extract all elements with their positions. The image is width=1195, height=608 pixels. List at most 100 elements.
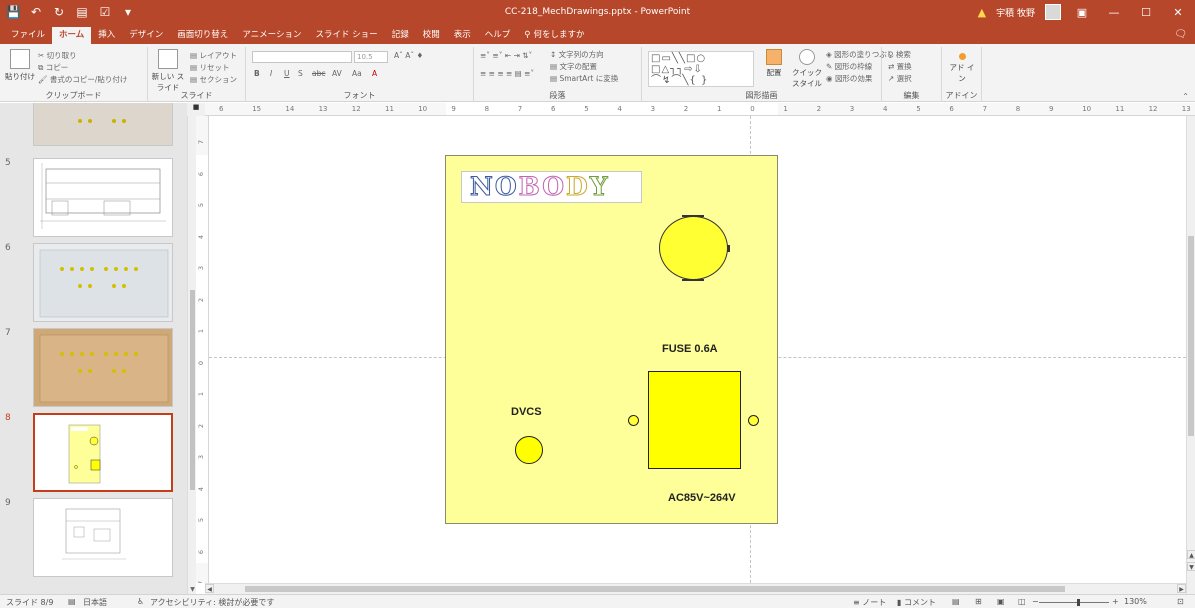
reset-button[interactable]: ▤ リセット (190, 62, 229, 73)
underline-button[interactable]: U (284, 69, 290, 78)
vertical-scrollbar[interactable]: ▲ ▼ (1186, 116, 1195, 594)
inlet-screw-left[interactable] (628, 415, 639, 426)
list-buttons[interactable]: ≡˅ ≡˅ ⇤ ⇥ ⇅˅ (480, 51, 532, 60)
replace-button[interactable]: ⇄ 置換 (888, 61, 912, 72)
slideshow-view-icon[interactable]: ◫ (1018, 597, 1026, 606)
fuse-label[interactable]: FUSE 0.6A (662, 343, 718, 355)
grow-shrink-font-buttons[interactable]: Aˆ Aˇ ♦ (394, 51, 423, 60)
zoom-level[interactable]: 130% (1124, 597, 1147, 606)
slide-editing-canvas[interactable]: NOBODY FUSE 0.6A DVCS AC85V~264V (209, 116, 1186, 583)
font-name-combo[interactable] (252, 51, 352, 63)
arrange-button[interactable]: 配置 (760, 49, 788, 78)
tab-review[interactable]: 校閲 (416, 27, 447, 44)
thumbnail-scroll-thumb[interactable] (190, 290, 195, 490)
italic-button[interactable]: I (270, 69, 272, 78)
comments-icon[interactable]: 🗨 (1174, 29, 1187, 40)
slide-thumbnail-9[interactable] (33, 498, 173, 577)
slide-thumbnail-4[interactable] (33, 103, 173, 146)
dc-label[interactable]: DVCS (511, 406, 542, 418)
align-text-button[interactable]: ▤ 文字の配置 (550, 61, 597, 72)
ac-inlet-shape[interactable] (648, 371, 741, 469)
next-slide-icon[interactable]: ▼ (1187, 562, 1195, 571)
horizontal-scroll-thumb[interactable] (245, 586, 1065, 592)
zoom-slider[interactable] (1039, 599, 1109, 606)
select-button[interactable]: ↗ 選択 (888, 73, 912, 84)
font-size-combo[interactable]: 10.5 (354, 51, 388, 63)
fit-to-window-icon[interactable]: ⊡ (1177, 597, 1184, 606)
tab-design[interactable]: デザイン (122, 27, 170, 44)
smartart-button[interactable]: ▤ SmartArt に変換 (550, 73, 618, 84)
current-slide[interactable]: NOBODY FUSE 0.6A DVCS AC85V~264V (445, 155, 778, 524)
tab-file[interactable]: ファイル (4, 27, 52, 44)
collapse-ribbon-icon[interactable]: ⌃ (1182, 92, 1189, 101)
shape-effects-button[interactable]: ◉ 図形の効果 (826, 73, 872, 84)
slide-sorter-icon[interactable]: ⊞ (975, 597, 982, 606)
scroll-down-arrow-icon[interactable]: ▼ (188, 585, 197, 594)
shape-outline-button[interactable]: ✎ 図形の枠線 (826, 61, 872, 72)
slide-thumbnail-8[interactable] (33, 413, 173, 492)
nobody-logo[interactable]: NOBODY (461, 171, 642, 203)
tab-help[interactable]: ヘルプ (478, 27, 518, 44)
character-spacing-button[interactable]: AV (332, 69, 342, 78)
quick-styles-button[interactable]: クイック スタイル (792, 49, 822, 89)
slide-thumbnail-6[interactable] (33, 243, 173, 322)
dc-jack-shape[interactable] (515, 436, 543, 464)
inlet-screw-right[interactable] (748, 415, 759, 426)
ac-voltage-label[interactable]: AC85V~264V (668, 492, 736, 504)
tab-slideshow[interactable]: スライド ショー (308, 27, 384, 44)
new-slide-button[interactable]: 新しい スライド (150, 49, 186, 93)
notes-button[interactable]: ≡ ノート (853, 597, 886, 608)
tab-record[interactable]: 記録 (385, 27, 416, 44)
reading-view-icon[interactable]: ▣ (997, 597, 1005, 606)
normal-view-icon[interactable]: ▤ (952, 597, 960, 606)
logo-letter: D (566, 172, 590, 202)
scroll-right-arrow-icon[interactable]: ▶ (1177, 584, 1186, 593)
cut-button[interactable]: ✂ 切り取り (38, 50, 77, 61)
tell-me-box[interactable]: ⚲ 何をしますか (517, 27, 591, 44)
user-name[interactable]: 宇積 牧野 (996, 6, 1035, 19)
font-color-button[interactable]: A (372, 69, 377, 78)
previous-slide-icon[interactable]: ▲ (1187, 550, 1195, 559)
zoom-in-icon[interactable]: + (1112, 597, 1119, 606)
close-icon[interactable]: ✕ (1167, 6, 1189, 19)
horizontal-scrollbar[interactable]: ◀ ▶ (205, 583, 1186, 594)
fuse-holder-shape[interactable] (659, 215, 730, 281)
thumbnail-scrollbar[interactable]: ▲ ▼ (187, 103, 196, 594)
format-painter-button[interactable]: 🖌 書式のコピー/貼り付け (38, 74, 127, 85)
avatar[interactable] (1045, 4, 1061, 20)
change-case-button[interactable]: Aa (352, 69, 362, 78)
copy-button[interactable]: ⧉ コピー (38, 62, 68, 73)
zoom-slider-knob[interactable] (1076, 599, 1080, 606)
spelling-status-icon[interactable]: ▤ (68, 597, 76, 606)
bold-button[interactable]: B (254, 69, 260, 78)
tab-insert[interactable]: 挿入 (91, 27, 122, 44)
slide-thumbnail-7[interactable] (33, 328, 173, 407)
text-direction-button[interactable]: ↕ 文字列の方向 (550, 49, 604, 60)
warning-icon[interactable]: ▲ (978, 6, 986, 19)
addins-button[interactable]: アド イン (946, 53, 978, 84)
shapes-gallery[interactable]: □▭╲╲□○ □△┐┐⇨⇩ ⌒↯⌒╲{ } (648, 51, 754, 87)
slide-thumbnail-5[interactable] (33, 158, 173, 237)
shadow-button[interactable]: S (298, 69, 303, 78)
tab-transitions[interactable]: 画面切り替え (170, 27, 235, 44)
ribbon-display-icon[interactable]: ▣ (1071, 6, 1093, 19)
strikethrough-button[interactable]: abc (312, 69, 325, 78)
tab-view[interactable]: 表示 (447, 27, 478, 44)
tab-home[interactable]: ホーム (52, 27, 92, 44)
language-indicator[interactable]: 日本語 (83, 597, 107, 608)
minimize-icon[interactable]: — (1103, 6, 1125, 19)
vertical-scroll-thumb[interactable] (1188, 236, 1194, 436)
section-button[interactable]: ▤ セクション (190, 74, 237, 85)
zoom-out-icon[interactable]: − (1032, 597, 1039, 606)
layout-button[interactable]: ▤ レイアウト (190, 50, 237, 61)
accessibility-icon[interactable]: ♿ (137, 597, 144, 606)
maximize-icon[interactable]: ☐ (1135, 6, 1157, 19)
alignment-buttons[interactable]: ≡ ≡ ≡ ≡ ▤ ≡˅ (480, 69, 534, 78)
scroll-left-arrow-icon[interactable]: ◀ (205, 584, 214, 593)
paste-button[interactable]: 貼り付け (4, 49, 36, 82)
find-label: 検索 (895, 50, 911, 59)
accessibility-status[interactable]: アクセシビリティ: 検討が必要です (150, 597, 274, 608)
comments-button[interactable]: ▮ コメント (897, 597, 936, 608)
tab-animations[interactable]: アニメーション (235, 27, 308, 44)
find-button[interactable]: ⚲ 検索 (888, 49, 911, 60)
